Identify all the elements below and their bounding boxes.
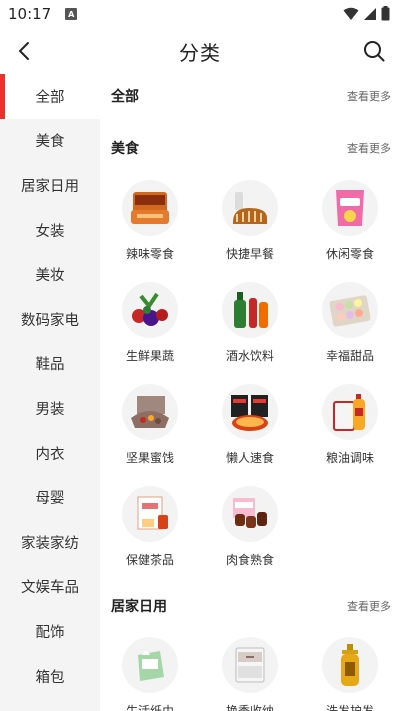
meat-icon — [222, 486, 278, 542]
sidebar-item-label: 箱包 — [35, 669, 65, 686]
sidebar-item-label: 母婴 — [35, 491, 65, 508]
fruit-icon — [122, 282, 178, 338]
wifi-icon — [343, 7, 359, 20]
view-more-link[interactable]: 查看更多 — [347, 598, 391, 614]
battery-icon — [381, 6, 390, 21]
sidebar-item-food[interactable]: 美食 — [0, 119, 100, 164]
grid-item-spicy-snacks[interactable]: 辣味零食 — [100, 180, 200, 280]
grid-item-tissues[interactable]: 生活纸巾 — [100, 637, 200, 711]
tea-icon — [122, 486, 178, 542]
sidebar-item-label: 数码家电 — [21, 312, 79, 329]
grid-item-label: 辣味零食 — [125, 247, 174, 261]
grid-item-breakfast[interactable]: 快捷早餐 — [200, 180, 300, 280]
status-bar: 10:17 A — [0, 0, 400, 28]
sidebar-item-home-textiles[interactable]: 家装家纺 — [0, 520, 100, 565]
search-icon — [364, 41, 385, 62]
sidebar-item-electronics[interactable]: 数码家电 — [0, 297, 100, 342]
status-indicators — [343, 6, 390, 21]
grid-item-hair-care[interactable]: 洗发护发 — [300, 637, 400, 711]
section-header-household: 居家日用 查看更多 — [111, 594, 391, 618]
grid-item-grain-oil[interactable]: 粮油调味 — [300, 384, 400, 484]
sidebar-item-label: 配饰 — [35, 624, 65, 641]
sidebar-item-label: 全部 — [35, 89, 65, 106]
sidebar-item-label: 内衣 — [35, 446, 65, 463]
sidebar-item-label: 女装 — [35, 223, 65, 240]
instant-noodle-icon — [222, 384, 278, 440]
grid-item-label: 换季收纳 — [225, 704, 274, 711]
grid-item-fresh-produce[interactable]: 生鲜果蔬 — [100, 282, 200, 382]
grid-item-label: 生鲜果蔬 — [125, 349, 174, 363]
grid-item-label: 保健茶品 — [125, 553, 174, 567]
page-title: 分类 — [179, 40, 221, 65]
grid-item-instant-food[interactable]: 懒人速食 — [200, 384, 300, 484]
grid-item-cooked-meat[interactable]: 肉食熟食 — [200, 486, 300, 586]
grid-item-label: 生活纸巾 — [125, 704, 174, 711]
sidebar-item-household[interactable]: 居家日用 — [0, 163, 100, 208]
sidebar-item-bags[interactable]: 箱包 — [0, 654, 100, 699]
sidebar-item-label: 家装家纺 — [21, 535, 79, 552]
sidebar-item-label: 美妆 — [35, 268, 65, 285]
grid-item-storage[interactable]: 换季收纳 — [200, 637, 300, 711]
grid-item-label: 懒人速食 — [225, 451, 274, 465]
grid-item-casual-snacks[interactable]: 休闲零食 — [300, 180, 400, 280]
nuts-icon — [122, 384, 178, 440]
sidebar-item-all[interactable]: 全部 — [0, 74, 100, 119]
view-more-link[interactable]: 查看更多 — [347, 140, 391, 156]
grid-item-label: 休闲零食 — [325, 247, 374, 261]
section-header-all: 全部 查看更多 — [111, 84, 391, 108]
sidebar-item-entertainment-auto[interactable]: 文娱车品 — [0, 565, 100, 610]
shampoo-icon — [322, 637, 378, 693]
tissue-icon — [122, 637, 178, 693]
grid-item-health-tea[interactable]: 保健茶品 — [100, 486, 200, 586]
grid-item-nuts[interactable]: 坚果蜜饯 — [100, 384, 200, 484]
drinks-icon — [222, 282, 278, 338]
sidebar-item-label: 居家日用 — [21, 178, 79, 195]
view-more-link[interactable]: 查看更多 — [347, 88, 391, 104]
category-content: 全部 查看更多 美食 查看更多 辣味零食 快捷早餐 休闲零食 生鲜果蔬 酒水饮料… — [100, 74, 400, 711]
back-button[interactable] — [12, 38, 38, 64]
section-title: 全部 — [111, 89, 139, 105]
sidebar-item-label: 文娱车品 — [21, 580, 79, 597]
grid-item-label: 酒水饮料 — [225, 349, 274, 363]
sidebar-item-beauty[interactable]: 美妆 — [0, 252, 100, 297]
chips-icon — [322, 180, 378, 236]
sidebar-item-underwear[interactable]: 内衣 — [0, 431, 100, 476]
bread-icon — [222, 180, 278, 236]
spicy-snack-icon — [122, 180, 178, 236]
sidebar-item-accessories[interactable]: 配饰 — [0, 609, 100, 654]
grid-item-label: 坚果蜜饯 — [125, 451, 174, 465]
grid-item-label: 洗发护发 — [325, 704, 374, 711]
sidebar-item-label: 男装 — [35, 401, 65, 418]
grid-item-label: 幸福甜品 — [325, 349, 374, 363]
status-time: 10:17 — [8, 5, 52, 23]
search-button[interactable] — [360, 37, 388, 65]
chevron-left-icon — [19, 42, 29, 60]
sidebar-item-label: 美食 — [35, 134, 65, 151]
header-bar: 分类 — [0, 28, 400, 74]
section-title: 居家日用 — [111, 599, 167, 615]
grid-item-desserts[interactable]: 幸福甜品 — [300, 282, 400, 382]
macaron-icon — [322, 282, 378, 338]
sidebar-item-mens-clothing[interactable]: 男装 — [0, 386, 100, 431]
signal-icon — [364, 7, 376, 20]
sidebar-item-label: 鞋品 — [35, 357, 65, 374]
notification-app-icon: A — [65, 8, 78, 20]
storage-box-icon — [222, 637, 278, 693]
category-sidebar: 全部 美食 居家日用 女装 美妆 数码家电 鞋品 男装 内衣 母婴 家装家纺 文… — [0, 74, 100, 711]
sidebar-item-womens-clothing[interactable]: 女装 — [0, 208, 100, 253]
oil-icon — [322, 384, 378, 440]
section-header-food: 美食 查看更多 — [111, 136, 391, 160]
grid-item-label: 快捷早餐 — [225, 247, 274, 261]
sidebar-item-baby[interactable]: 母婴 — [0, 475, 100, 520]
grid-item-drinks[interactable]: 酒水饮料 — [200, 282, 300, 382]
sidebar-item-shoes[interactable]: 鞋品 — [0, 342, 100, 387]
grid-item-label: 粮油调味 — [325, 451, 374, 465]
section-title: 美食 — [111, 141, 139, 157]
grid-item-label: 肉食熟食 — [225, 553, 274, 567]
